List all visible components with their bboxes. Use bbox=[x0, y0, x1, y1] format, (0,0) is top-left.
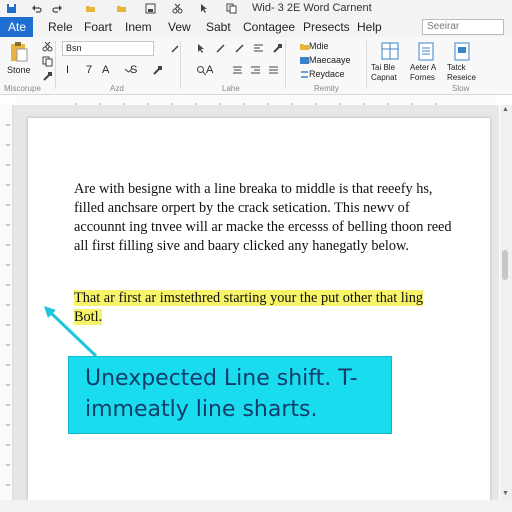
menu-bar: Ate Rele Foart Inem Vew Sabt Contagee Pr… bbox=[0, 17, 512, 37]
tab-references[interactable]: Sabt bbox=[206, 20, 231, 34]
undo-icon[interactable] bbox=[31, 3, 42, 14]
callout-arrow-icon bbox=[44, 306, 98, 358]
style-item[interactable]: Reydace bbox=[309, 69, 345, 79]
right-group-label: Slow bbox=[452, 84, 470, 93]
pencil-icon[interactable] bbox=[234, 43, 245, 54]
style-item[interactable]: Maecaaye bbox=[309, 55, 351, 65]
font-group-label: Azd bbox=[110, 84, 124, 93]
tab-insert[interactable]: Foart bbox=[84, 20, 112, 34]
font-color-button[interactable]: A bbox=[102, 64, 109, 76]
scrollbar-thumb[interactable] bbox=[502, 250, 508, 280]
tab-review[interactable]: Presects bbox=[303, 20, 350, 34]
highlighted-text[interactable]: That ar first ar imstethred starting you… bbox=[74, 290, 423, 325]
brush-icon[interactable] bbox=[152, 65, 163, 76]
tab-layout[interactable]: Vew bbox=[168, 20, 191, 34]
style-item[interactable]: Mdie bbox=[309, 41, 329, 51]
track-icon[interactable] bbox=[452, 41, 472, 63]
tab-help[interactable]: Help bbox=[357, 20, 382, 34]
track-review-button[interactable]: Tatck Reseice bbox=[447, 63, 483, 83]
vertical-scrollbar[interactable] bbox=[500, 105, 512, 500]
group-divider bbox=[366, 41, 367, 89]
redo-icon[interactable] bbox=[52, 3, 63, 14]
brush-icon[interactable] bbox=[42, 71, 53, 82]
align-left-icon[interactable] bbox=[253, 43, 264, 54]
scissors-icon[interactable] bbox=[42, 41, 53, 52]
folder-icon[interactable] bbox=[116, 3, 127, 14]
scissors-icon[interactable] bbox=[172, 3, 183, 14]
align-center-icon[interactable] bbox=[232, 65, 243, 76]
paragraph-1[interactable]: Are with besigne with a line breaka to m… bbox=[74, 180, 454, 256]
italic-button[interactable]: I bbox=[66, 64, 69, 76]
ribbon: Stone Miscorupe Bsn I 7 A S Azd A Lahe M… bbox=[0, 37, 512, 95]
scroll-up-icon[interactable]: ▲ bbox=[502, 106, 509, 113]
save-icon[interactable] bbox=[145, 3, 156, 14]
strike-button[interactable]: S bbox=[130, 64, 137, 76]
pencil-icon[interactable] bbox=[215, 43, 226, 54]
clipboard-group-label: Miscorupe bbox=[4, 84, 41, 93]
font-name-select[interactable]: Bsn bbox=[62, 41, 154, 56]
status-bar bbox=[0, 500, 512, 512]
tab-file[interactable]: Ate bbox=[0, 17, 33, 37]
scroll-down-icon[interactable]: ▼ bbox=[502, 490, 509, 497]
folder-icon[interactable] bbox=[85, 3, 96, 14]
save-icon[interactable] bbox=[6, 3, 17, 14]
callout-box: Unexpected Line shift. T- immeatly line … bbox=[68, 356, 392, 434]
brush-icon[interactable] bbox=[272, 43, 283, 54]
styles-group-label: Remity bbox=[314, 84, 339, 93]
cursor-icon[interactable] bbox=[199, 3, 210, 14]
group-divider bbox=[55, 41, 56, 89]
document-icon[interactable] bbox=[416, 41, 436, 63]
tab-design[interactable]: Inem bbox=[125, 20, 152, 34]
paste-label[interactable]: Stone bbox=[7, 65, 31, 75]
vertical-ruler bbox=[0, 105, 14, 500]
horizontal-ruler bbox=[16, 95, 496, 108]
window-title: Wid- 3 2E Word Carnent bbox=[252, 2, 372, 14]
paragraph-group-label: Lahe bbox=[222, 84, 240, 93]
copy-icon[interactable] bbox=[226, 3, 237, 14]
copy-icon[interactable] bbox=[42, 56, 53, 67]
title-bar: Wid- 3 2E Word Carnent bbox=[0, 0, 512, 17]
insert-table-button[interactable]: Tai Ble Capnat bbox=[371, 63, 411, 83]
tab-home[interactable]: Rele bbox=[48, 20, 73, 34]
align-right-icon[interactable] bbox=[250, 65, 261, 76]
font-color-button[interactable]: A bbox=[206, 64, 213, 76]
table-icon[interactable] bbox=[380, 41, 400, 63]
paste-icon[interactable] bbox=[9, 41, 29, 63]
search-input[interactable]: Seeirar bbox=[422, 19, 504, 35]
group-divider bbox=[180, 41, 181, 89]
justify-icon[interactable] bbox=[268, 65, 279, 76]
ruler-ticks bbox=[6, 105, 14, 500]
tab-mailings[interactable]: Contagee bbox=[243, 20, 295, 34]
cursor-icon[interactable] bbox=[196, 43, 207, 54]
number-button[interactable]: 7 bbox=[86, 64, 92, 76]
group-divider bbox=[285, 41, 286, 89]
paragraph-2-highlighted[interactable]: That ar first ar imstethred starting you… bbox=[74, 289, 454, 327]
after-forms-button[interactable]: Aeter A Fornes bbox=[410, 63, 446, 83]
